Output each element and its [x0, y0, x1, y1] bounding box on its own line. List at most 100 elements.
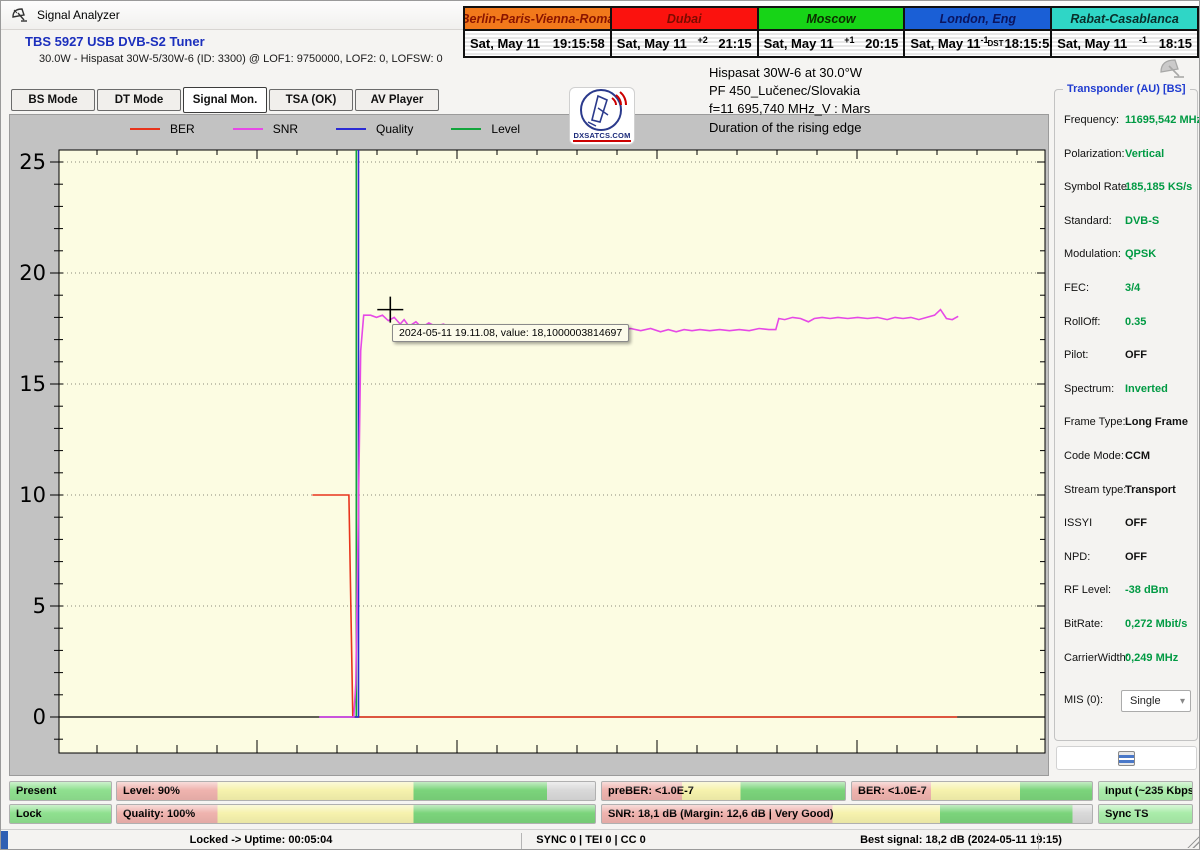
legend-label: SNR: [273, 122, 298, 136]
transponder-row-label: Symbol Rate:: [1064, 181, 1130, 193]
clock-berlin-paris-vienna-roma: Berlin-Paris-Vienna-RomaSat, May 1119:15…: [465, 8, 612, 56]
tab-tsa-ok-[interactable]: TSA (OK): [269, 89, 353, 111]
clock-moscow: MoscowSat, May 11+120:15: [759, 8, 906, 56]
input-bar: Input (~235 Kbps): [1098, 781, 1193, 801]
transponder-row-modulation: Modulation: QPSK: [1055, 248, 1199, 268]
svg-text:15: 15: [19, 372, 46, 396]
clock-time: Sat, May 11+120:15: [759, 31, 904, 56]
transponder-panel: Transponder (AU) [BS] Frequency:11695,54…: [1054, 89, 1198, 741]
transponder-row-rolloff: RollOff: 0.35: [1055, 316, 1199, 336]
transponder-row-label: Modulation:: [1064, 248, 1121, 260]
legend-label: Level: [491, 122, 520, 136]
tab-signal-mon-[interactable]: Signal Mon.: [183, 87, 267, 113]
tuner-details: 30.0W - Hispasat 30W-5/30W-6 (ID: 3300) …: [39, 53, 443, 65]
transponder-row-value: OFF: [1125, 349, 1147, 361]
legend-line-swatch: [451, 128, 481, 130]
stream-list-icon: [1118, 751, 1135, 766]
transponder-row-label: RollOff:: [1064, 316, 1100, 328]
transponder-row-fec: FEC:3/4: [1055, 282, 1199, 302]
transponder-row-polarization: Polarization:Vertical: [1055, 148, 1199, 168]
legend-item-quality: Quality: [336, 122, 413, 136]
satellite-dish-icon: [11, 7, 29, 23]
transponder-row-label: Code Mode:: [1064, 450, 1124, 462]
transponder-row-value: QPSK: [1125, 248, 1156, 260]
clock-time: Sat, May 1119:15:58: [465, 31, 610, 56]
sync-status: SYNC 0 | TEI 0 | CC 0: [471, 834, 711, 846]
legend-item-level: Level: [451, 122, 520, 136]
transponder-row-npd: NPD:OFF: [1055, 551, 1199, 571]
transponder-row-label: Polarization:: [1064, 148, 1125, 160]
svg-text:25: 25: [19, 150, 46, 174]
legend-item-snr: SNR: [233, 122, 298, 136]
transponder-row-label: Frequency:: [1064, 114, 1119, 126]
statusline-accent: [1, 831, 8, 850]
dxsatcs-logo-text: DXSATCS.COM: [573, 132, 630, 142]
mis-select[interactable]: Single ▾: [1121, 690, 1191, 712]
transponder-row-symbolrate: Symbol Rate:185,185 KS/s: [1055, 181, 1199, 201]
transponder-row-streamtype: Stream type:Transport: [1055, 484, 1199, 504]
present-indicator: Present: [9, 781, 112, 801]
transponder-row-carrierwidth: CarrierWidth:0,249 MHz: [1055, 652, 1199, 672]
transponder-row-value: DVB-S: [1125, 215, 1159, 227]
ber-bar: BER: <1.0E-7: [851, 781, 1093, 801]
transponder-row-value: 0,249 MHz: [1125, 652, 1178, 664]
status-separator: [1038, 833, 1039, 849]
legend-label: BER: [170, 122, 195, 136]
chart-legend: BER SNR Quality Level: [130, 122, 558, 136]
tab-bs-mode[interactable]: BS Mode: [11, 89, 95, 111]
transponder-row-value: Inverted: [1125, 383, 1168, 395]
resize-grip[interactable]: [1187, 836, 1199, 848]
legend-line-swatch: [336, 128, 366, 130]
legend-line-swatch: [233, 128, 263, 130]
mis-label: MIS (0):: [1064, 694, 1103, 706]
transponder-row-value: OFF: [1125, 517, 1147, 529]
chart-plot[interactable]: 0510152025: [10, 115, 1048, 775]
clock-dubai: DubaiSat, May 11+221:15: [612, 8, 759, 56]
transponder-row-rflevel: RF Level:-38 dBm: [1055, 584, 1199, 604]
transponder-row-value: 11695,542 MHz: [1125, 114, 1200, 126]
site-title: PF 450_Lučenec/Slovakia: [709, 83, 860, 98]
lock-indicator: Lock: [9, 804, 112, 824]
transponder-row-label: CarrierWidth:: [1064, 652, 1129, 664]
transponder-row-value: 0,272 Mbit/s: [1125, 618, 1187, 630]
transponder-row-label: FEC:: [1064, 282, 1089, 294]
transponder-panel-title: Transponder (AU) [BS]: [1063, 83, 1190, 95]
transponder-row-frametype: Frame Type:Long Frame: [1055, 416, 1199, 436]
tab-dt-mode[interactable]: DT Mode: [97, 89, 181, 111]
stream-list-button[interactable]: [1056, 746, 1197, 770]
snr-bar: SNR: 18,1 dB (Margin: 12,6 dB | Very Goo…: [601, 804, 1093, 824]
tab-av-player[interactable]: AV Player: [355, 89, 439, 111]
chevron-down-icon: ▾: [1180, 696, 1185, 707]
transponder-row-value: Transport: [1125, 484, 1176, 496]
transponder-row-pilot: Pilot:OFF: [1055, 349, 1199, 369]
transponder-row-value: Vertical: [1125, 148, 1164, 160]
sync-ts-bar: Sync TS: [1098, 804, 1193, 824]
clock-strip: Berlin-Paris-Vienna-RomaSat, May 1119:15…: [463, 6, 1199, 58]
clock-time: Sat, May 11-118:15: [1052, 31, 1197, 56]
transponder-row-value: Long Frame: [1125, 416, 1188, 428]
legend-line-swatch: [130, 128, 160, 130]
transponder-row-label: Standard:: [1064, 215, 1112, 227]
transponder-row-value: CCM: [1125, 450, 1150, 462]
chart-caption: Duration of the rising edge: [709, 120, 861, 135]
status-separator: [521, 833, 522, 849]
clock-city-label: Dubai: [612, 8, 757, 31]
svg-text:0: 0: [33, 705, 46, 729]
window-title: Signal Analyzer: [37, 8, 120, 22]
transponder-row-value: -38 dBm: [1125, 584, 1168, 596]
tuner-name: TBS 5927 USB DVB-S2 Tuner: [25, 34, 205, 49]
svg-text:5: 5: [33, 594, 46, 618]
transponder-row-value: 185,185 KS/s: [1125, 181, 1192, 193]
transponder-row-label: BitRate:: [1064, 618, 1103, 630]
legend-item-ber: BER: [130, 122, 195, 136]
clock-rabat-casablanca: Rabat-CasablancaSat, May 11-118:15: [1052, 8, 1197, 56]
status-line: Locked -> Uptime: 00:05:04 SYNC 0 | TEI …: [1, 829, 1200, 850]
signal-chart[interactable]: BERSNRQualityLevel 0510152025 2024-05-11…: [9, 114, 1049, 776]
transponder-row-label: Frame Type:: [1064, 416, 1126, 428]
level-bar: Level: 90%: [116, 781, 596, 801]
dxsatcs-logo-graphic: [574, 88, 630, 132]
transponder-row-value: OFF: [1125, 551, 1147, 563]
dxsatcs-logo: DXSATCS.COM: [569, 87, 635, 145]
transponder-row-value: 0.35: [1125, 316, 1146, 328]
transponder-row-label: Spectrum:: [1064, 383, 1114, 395]
